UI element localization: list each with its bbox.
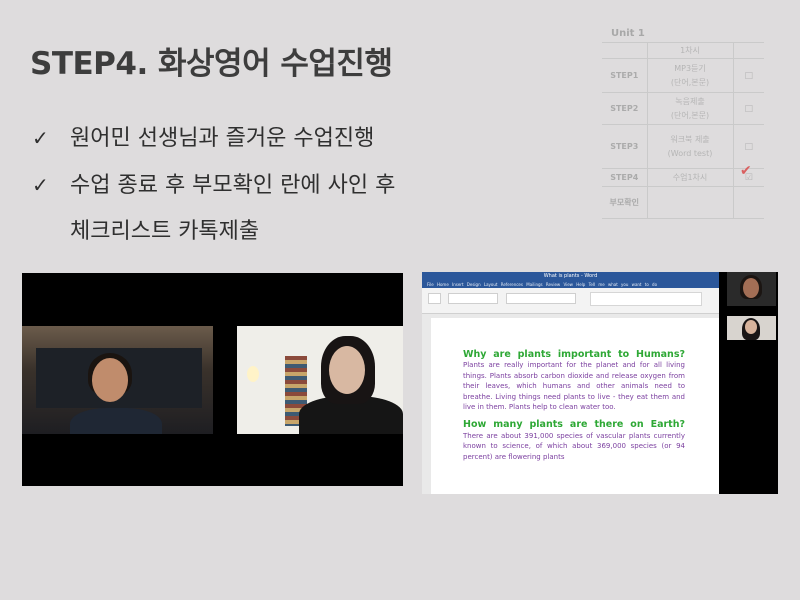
task-line: MP3듣기 [674, 63, 706, 73]
checklist-step: STEP2 [602, 92, 647, 125]
check-icon: ✓ [32, 173, 49, 197]
task-line: (단어,본문) [670, 77, 710, 87]
document-paragraph: How many plants are there on Earth? Ther… [463, 420, 685, 462]
checklist-task [646, 186, 734, 219]
checklist-step: 부모확인 [602, 186, 647, 219]
checkbox-icon: □ [733, 124, 764, 169]
word-title-bar: What is plants - Word [422, 272, 719, 281]
checklist-task: MP3듣기 (단어,본문) [646, 58, 734, 93]
font-box [448, 293, 498, 304]
person-silhouette [70, 408, 162, 434]
checklist-task: 워크북 제출 (Word test) [646, 124, 734, 169]
bullet-item: ✓ 원어민 선생님과 즐거운 수업진행 [32, 118, 395, 165]
checklist-task: 녹음제출 (단어,본문) [646, 92, 734, 125]
checklist-unit-label: Unit 1 [611, 28, 645, 39]
teacher-video-feed [237, 326, 403, 434]
styles-gallery [590, 292, 702, 306]
task-line: (Word test) [667, 148, 713, 158]
word-ribbon-tabs: File Home Insert Design Layout Reference… [422, 281, 719, 288]
slide-title: STEP4. 화상영어 수업진행 [30, 46, 393, 82]
person-face [745, 320, 757, 334]
checklist-step: STEP1 [602, 58, 647, 93]
checklist-step: STEP4 [602, 168, 647, 187]
checkbox-icon: □ [733, 92, 764, 125]
task-line: 워크북 제출 [670, 134, 710, 144]
paste-icon [428, 293, 441, 304]
screen-share-screenshot: What is plants - Word File Home Insert D… [422, 272, 778, 494]
paragraph-tools [506, 293, 576, 304]
bullet-continuation: 체크리스트 카톡제출 [70, 219, 260, 244]
checklist-header: 1차시 [646, 42, 734, 59]
document-page: Why are plants important to Humans? Plan… [431, 318, 719, 494]
checklist-cell [733, 186, 764, 219]
task-line: (단어,본문) [670, 110, 710, 120]
document-text: Plants are really important for the plan… [463, 361, 685, 412]
video-call-screenshot [22, 273, 403, 486]
checkbox-icon: □ [733, 58, 764, 93]
document-heading: Why are plants important to Humans? [463, 349, 685, 360]
checklist-table: 1차시 STEP1 MP3듣기 (단어,본문) □ STEP2 녹음제출 (단어,본… [602, 42, 764, 219]
document-heading: How many plants are there on Earth? [463, 419, 685, 431]
red-check-mark-icon: ✔ [740, 163, 752, 179]
lamp-icon [247, 366, 259, 382]
person-face [743, 278, 759, 298]
bullet-text: 원어민 선생님과 즐거운 수업진행 [70, 126, 375, 151]
bullet-item: ✓ 수업 종료 후 부모확인 란에 사인 후 [32, 165, 395, 212]
document-paragraph: Why are plants important to Humans? Plan… [463, 349, 685, 412]
check-icon: ✓ [32, 126, 49, 150]
word-ribbon [422, 288, 719, 314]
document-text: There are about 391,000 species of vascu… [463, 431, 685, 461]
task-line: 녹음제출 [675, 96, 705, 106]
student-video-feed [22, 326, 213, 434]
person-face [329, 346, 365, 394]
checklist-step: STEP3 [602, 124, 647, 169]
checklist-task: 수업1차시 [646, 168, 734, 187]
checklist-header-empty [733, 42, 764, 59]
person-face [92, 358, 128, 402]
bullet-list: ✓ 원어민 선생님과 즐거운 수업진행 ✓ 수업 종료 후 부모확인 란에 사인 후… [32, 118, 395, 259]
checklist-header-empty [602, 42, 647, 59]
participant-thumbnail [727, 316, 776, 340]
bullet-text: 수업 종료 후 부모확인 란에 사인 후 [70, 173, 396, 198]
participant-thumbnail [727, 272, 776, 306]
word-document-area: Why are plants important to Humans? Plan… [422, 314, 719, 494]
